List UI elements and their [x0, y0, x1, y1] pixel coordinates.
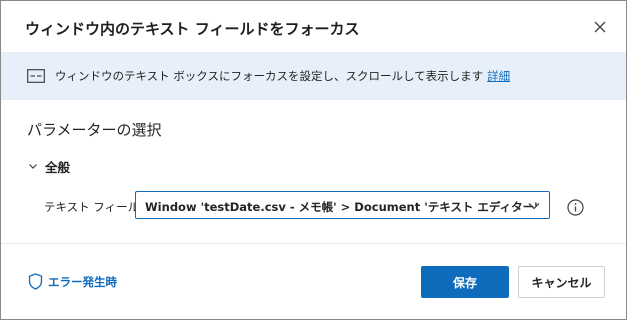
- chevron-down-icon: [528, 203, 540, 210]
- group-toggle-general[interactable]: 全般: [27, 156, 70, 176]
- group-label: 全般: [45, 159, 71, 175]
- on-error-button[interactable]: エラー発生時: [28, 273, 117, 290]
- shield-icon: [28, 273, 43, 290]
- footer-divider: [1, 243, 626, 244]
- section-title: パラメーターの選択: [27, 121, 162, 139]
- save-button[interactable]: 保存: [421, 266, 509, 298]
- dialog: ウィンドウ内のテキスト フィールドをフォーカス ウィンドウのテキスト ボックスに…: [0, 0, 627, 320]
- dialog-title-bar: ウィンドウ内のテキスト フィールドをフォーカス: [1, 1, 626, 51]
- info-bar: ウィンドウのテキスト ボックスにフォーカスを設定し、スクロールして表示します 詳細: [1, 52, 626, 100]
- close-icon[interactable]: [590, 17, 610, 37]
- textbox-icon: [27, 69, 45, 83]
- cancel-button[interactable]: キャンセル: [518, 266, 605, 298]
- dialog-title: ウィンドウ内のテキスト フィールドをフォーカス: [25, 20, 360, 38]
- chevron-down-icon: [29, 164, 37, 169]
- on-error-label: エラー発生時: [48, 274, 117, 289]
- details-link[interactable]: 詳細: [487, 69, 510, 83]
- text-field-value: Window 'testDate.csv - メモ帳' > Document '…: [145, 200, 538, 214]
- info-text: ウィンドウのテキスト ボックスにフォーカスを設定し、スクロールして表示します 詳細: [55, 68, 510, 84]
- text-field-select[interactable]: Window 'testDate.csv - メモ帳' > Document '…: [135, 191, 550, 219]
- info-description: ウィンドウのテキスト ボックスにフォーカスを設定し、スクロールして表示します: [55, 69, 484, 83]
- info-icon[interactable]: [567, 199, 584, 216]
